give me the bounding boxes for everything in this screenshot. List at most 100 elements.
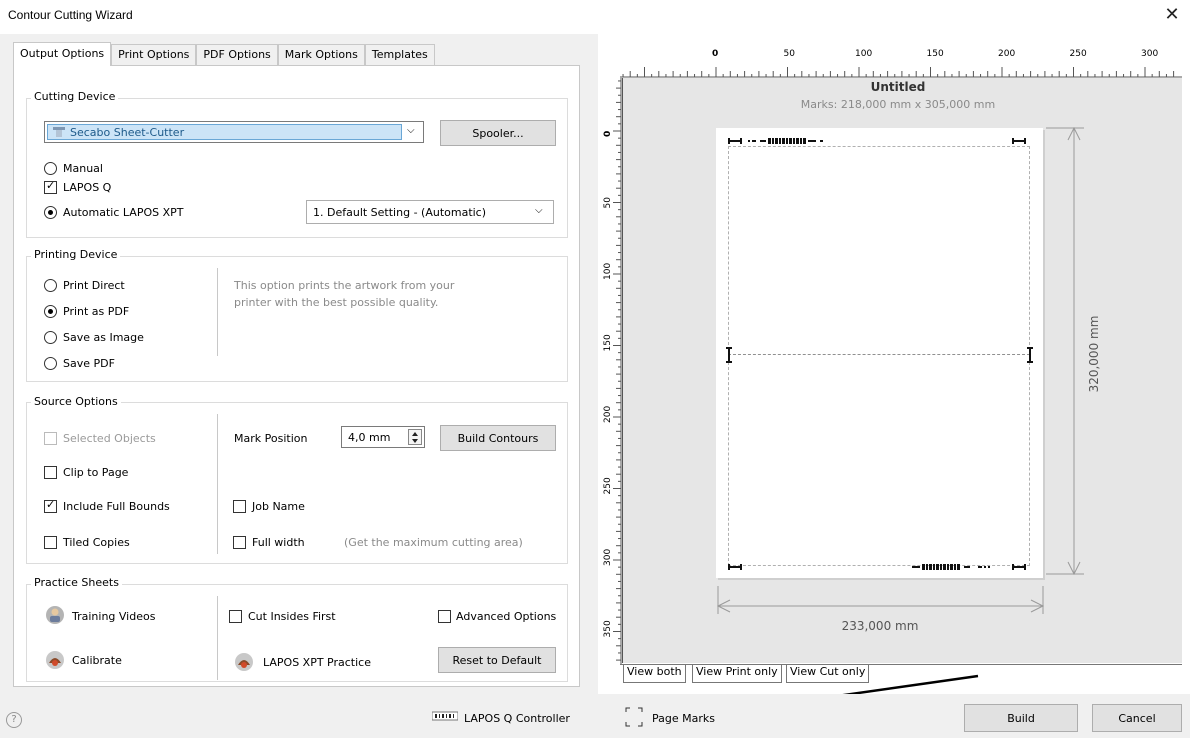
cancel-button[interactable]: Cancel [1092,704,1182,732]
auto-lapos-xpt-label: Automatic LAPOS XPT [63,206,184,219]
cutting-device-select[interactable]: Secabo Sheet-Cutter ⌵ [44,121,424,143]
chevron-down-icon: ⌵ [407,125,415,136]
calibrate-icon[interactable] [44,649,66,671]
cutting-device-selected: Secabo Sheet-Cutter [47,124,402,140]
save-pdf-label: Save PDF [63,357,115,370]
selected-objects-label: Selected Objects [63,432,156,445]
source-options-title: Source Options [31,395,121,408]
full-width-checkbox[interactable] [233,536,246,549]
auto-lapos-xpt-radio[interactable] [44,206,57,219]
stepper-arrows-icon[interactable] [408,429,422,445]
ruler-h-label: 250 [1070,49,1087,59]
spooler-button[interactable]: Spooler... [440,120,556,146]
cutter-device-icon [53,127,65,137]
mark-position-stepper[interactable]: 4,0 mm [341,426,425,448]
print-as-pdf-label: Print as PDF [63,305,130,318]
marks-size-text: Marks: 218,000 mm x 305,000 mm [800,98,996,111]
ruler-h-label: 150 [927,49,944,59]
horizontal-ruler: 0 50 100 150 200 250 300 [620,44,1182,78]
cut-insides-first-checkbox[interactable] [229,610,242,623]
clip-to-page-label: Clip to Page [63,466,129,479]
tab-mark-options[interactable]: Mark Options [277,44,365,66]
help-icon[interactable]: ? [6,712,22,728]
ruler-v-label: 0 [603,131,613,137]
setting-select[interactable]: 1. Default Setting - (Automatic) ⌵ [306,200,554,224]
practice-sheets-title: Practice Sheets [31,576,122,589]
page-marks-icon[interactable] [625,707,643,727]
source-separator [217,414,218,554]
printing-description-line2: printer with the best possible quality. [234,296,439,309]
tab-output-options[interactable]: Output Options [13,42,112,66]
lapos-q-label: LAPOS Q [63,181,112,194]
title-bar: Contour Cutting Wizard ✕ [0,0,1190,34]
advanced-options-label: Advanced Options [456,610,557,623]
tiled-copies-label: Tiled Copies [63,536,130,549]
include-full-bounds-checkbox[interactable] [44,498,57,513]
training-videos-label[interactable]: Training Videos [72,610,155,623]
ruler-v-label: 150 [603,334,613,351]
setting-value: 1. Default Setting - (Automatic) [313,206,487,219]
printing-separator [217,268,218,356]
full-width-hint: (Get the maximum cutting area) [344,536,523,549]
print-direct-radio[interactable] [44,279,57,292]
ruler-h-label: 100 [855,49,872,59]
manual-radio[interactable] [44,162,57,175]
mark-position-value: 4,0 mm [348,431,391,444]
window-title: Contour Cutting Wizard [8,8,133,22]
lapos-q-controller-link[interactable]: LAPOS Q Controller [464,712,570,725]
selected-objects-checkbox[interactable] [44,432,57,445]
save-as-image-radio[interactable] [44,331,57,344]
tab-strip: Output Options Print Options PDF Options… [13,42,435,66]
ruler-h-label: 0 [712,49,718,59]
print-direct-label: Print Direct [63,279,125,292]
print-as-pdf-radio[interactable] [44,305,57,318]
training-videos-icon[interactable] [44,604,66,626]
advanced-options-checkbox[interactable] [438,610,451,623]
calibrate-label[interactable]: Calibrate [72,654,122,667]
ruler-v-label: 200 [603,406,613,423]
chevron-down-icon: ⌵ [535,205,543,216]
full-width-label: Full width [252,536,305,549]
lapos-q-checkbox[interactable] [44,179,57,194]
ruler-v-label: 100 [603,263,613,280]
ruler-v-label: 350 [603,620,613,637]
reset-to-default-button[interactable]: Reset to Default [438,647,556,673]
lapos-xpt-practice-label[interactable]: LAPOS XPT Practice [263,656,371,669]
job-name-label: Job Name [252,500,305,513]
controller-icon [432,711,458,721]
save-pdf-radio[interactable] [44,357,57,370]
practice-separator [217,596,218,680]
cut-insides-first-label: Cut Insides First [248,610,336,623]
width-dimension-label: 233,000 mm [841,619,919,633]
tab-view-both[interactable]: View both [623,665,686,683]
tiled-copies-checkbox[interactable] [44,536,57,549]
ruler-v-label: 300 [603,549,613,566]
cutting-device-title: Cutting Device [31,90,119,103]
ruler-v-label: 50 [603,197,613,209]
lapos-xpt-practice-icon[interactable] [233,651,255,673]
printing-description-line1: This option prints the artwork from your [234,279,455,292]
include-full-bounds-label: Include Full Bounds [63,500,170,513]
document-title: Untitled [870,80,926,94]
ruler-h-label: 50 [784,49,796,59]
height-dimension-label: 320,000 mm [1087,315,1101,393]
save-as-image-label: Save as Image [63,331,144,344]
manual-label: Manual [63,162,103,175]
bottom-bar: ? LAPOS Q Controller Page Marks Build Ca… [0,694,1190,738]
ruler-v-label: 250 [603,477,613,494]
page-marks-label[interactable]: Page Marks [652,712,715,725]
clip-to-page-checkbox[interactable] [44,466,57,479]
ruler-h-label: 200 [998,49,1015,59]
dimension-lines [716,126,1084,614]
mark-position-label: Mark Position [234,432,308,445]
build-contours-button[interactable]: Build Contours [440,425,556,451]
cutting-device-value: Secabo Sheet-Cutter [70,126,185,139]
tab-templates[interactable]: Templates [364,44,435,66]
build-button[interactable]: Build [964,704,1078,732]
tab-content: Cutting Device Secabo Sheet-Cutter ⌵ Spo… [13,65,580,687]
job-name-checkbox[interactable] [233,500,246,513]
ruler-h-label: 300 [1141,49,1158,59]
tab-print-options[interactable]: Print Options [111,44,197,66]
tab-pdf-options[interactable]: PDF Options [196,44,278,66]
close-icon[interactable]: ✕ [1160,4,1184,28]
